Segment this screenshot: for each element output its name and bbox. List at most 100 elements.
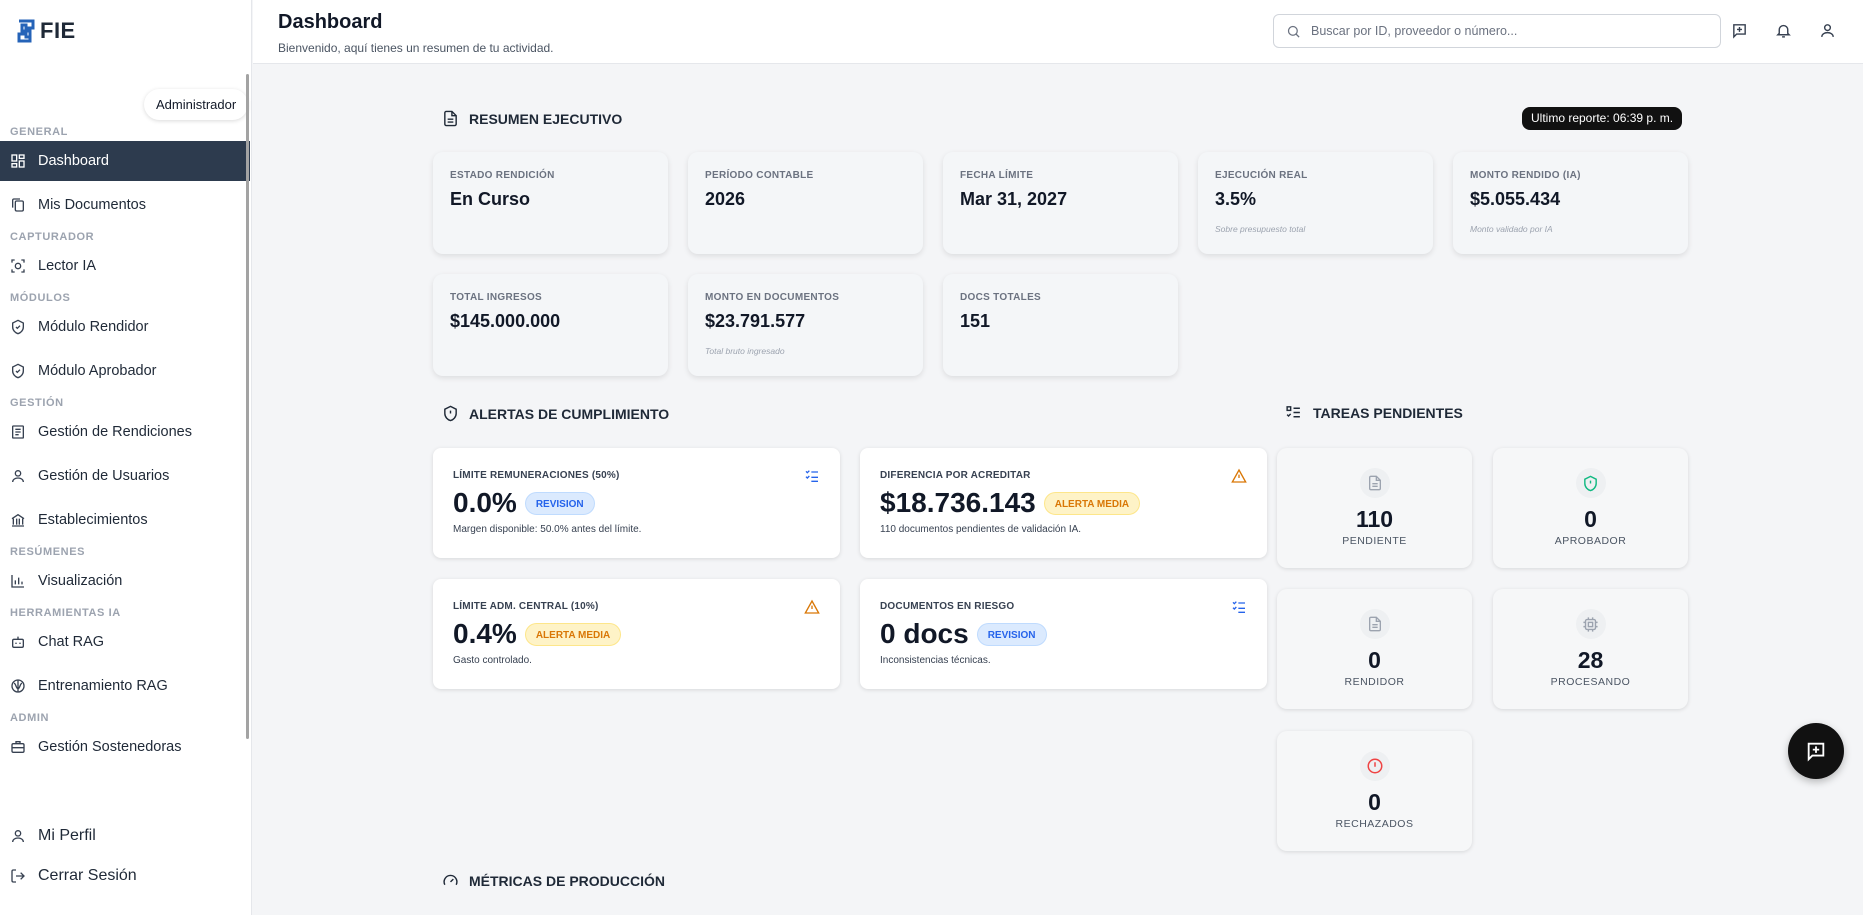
sidebar-scrollbar[interactable]: [246, 74, 249, 739]
task-card-procesando[interactable]: 28 PROCESANDO: [1493, 589, 1688, 709]
alert-description: Margen disponible: 50.0% antes del límit…: [453, 524, 642, 535]
alert-label: LÍMITE REMUNERACIONES (50%): [453, 470, 620, 481]
status-badge: REVISION: [524, 491, 595, 515]
task-card-aprobador[interactable]: 0 APROBADOR: [1493, 448, 1688, 568]
task-label: APROBADOR: [1554, 535, 1627, 547]
sidebar-item-visualizacion[interactable]: Visualización: [0, 561, 250, 601]
sidebar-item-modulo-rendidor[interactable]: Módulo Rendidor: [0, 307, 250, 347]
sidebar-item-mi-perfil[interactable]: Mi Perfil: [0, 816, 250, 856]
alerts-header: ALERTAS DE CUMPLIMIENTO: [442, 404, 669, 423]
scan-icon: [10, 258, 26, 274]
sidebar-item-modulo-aprobador[interactable]: Módulo Aprobador: [0, 351, 250, 391]
nav-section-admin: ADMIN: [10, 712, 50, 724]
user-icon: [10, 468, 26, 484]
bell-icon: [1775, 24, 1791, 38]
message-plus-icon: [1732, 23, 1746, 39]
page-title: Dashboard: [278, 11, 383, 33]
summary-header: RESUMEN EJECUTIVO: [442, 109, 622, 128]
sidebar-item-gestion-rendiciones[interactable]: Gestión de Rendiciones: [0, 412, 250, 452]
notifications-button[interactable]: [1773, 20, 1793, 40]
briefcase-icon: [10, 739, 26, 755]
status-badge: ALERTA MEDIA: [524, 622, 622, 646]
summary-title: RESUMEN EJECUTIVO: [469, 110, 623, 127]
sidebar-item-gestion-usuarios[interactable]: Gestión de Usuarios: [0, 456, 250, 496]
alert-value: 0.0%: [453, 487, 517, 518]
kpi-label: TOTAL INGRESOS: [450, 292, 542, 303]
kpi-card-total-ingresos: TOTAL INGRESOS $145.000.000: [433, 274, 668, 376]
kpi-card-periodo: PERÍODO CONTABLE 2026: [688, 152, 923, 254]
status-badge: REVISION: [976, 622, 1047, 646]
gauge-icon: [443, 874, 458, 886]
sidebar-nav: GENERAL Dashboard Mis Documentos CAPTURA…: [0, 124, 250, 771]
kpi-label: PERÍODO CONTABLE: [705, 170, 814, 181]
new-chat-fab[interactable]: [1788, 723, 1844, 779]
alert-card-documentos-riesgo: DOCUMENTOS EN RIESGO 0 docs REVISION Inc…: [860, 579, 1267, 689]
sidebar-item-mis-documentos[interactable]: Mis Documentos: [0, 185, 250, 225]
nav-section-gestion: GESTIÓN: [10, 397, 64, 409]
message-plus-icon: [1807, 742, 1825, 762]
task-count: 0: [1584, 506, 1597, 532]
task-card-pendiente[interactable]: 110 PENDIENTE: [1277, 448, 1472, 568]
new-message-button[interactable]: [1729, 20, 1749, 40]
last-report-badge: Ultimo reporte: 06:39 p. m.: [1522, 107, 1683, 130]
nav-section-modulos: MÓDULOS: [10, 292, 71, 304]
brand-logo-icon: [17, 19, 35, 43]
task-label: RENDIDOR: [1344, 676, 1405, 688]
kpi-value: $23.791.577: [705, 311, 806, 331]
logout-icon: [10, 868, 26, 884]
task-card-rechazados[interactable]: 0 RECHAZADOS: [1277, 731, 1472, 851]
search-box[interactable]: [1273, 14, 1721, 48]
user-menu-button[interactable]: [1817, 20, 1837, 40]
kpi-label: DOCS TOTALES: [960, 292, 1042, 303]
kpi-value: En Curso: [450, 189, 531, 209]
kpi-label: ESTADO RENDICIÓN: [450, 170, 555, 181]
kpi-label: EJECUCIÓN REAL: [1215, 170, 1308, 181]
brand[interactable]: FIE: [16, 18, 76, 44]
search-input[interactable]: [1311, 24, 1691, 38]
kpi-note: Total bruto ingresado: [705, 346, 785, 356]
bar-chart-icon: [10, 573, 26, 589]
metrics-title: MÉTRICAS DE PRODUCCIÓN: [469, 872, 666, 889]
nav-section-capturador: CAPTURADOR: [10, 231, 95, 243]
alert-description: Inconsistencias técnicas.: [880, 655, 991, 666]
sidebar-item-label: Gestión de Usuarios: [38, 468, 170, 484]
file-icon: [1368, 616, 1381, 632]
bank-icon: [10, 512, 26, 528]
cpu-icon: [1583, 616, 1598, 632]
sidebar-item-establecimientos[interactable]: Establecimientos: [0, 500, 250, 540]
shield-alert-icon: [444, 405, 457, 422]
alert-description: Gasto controlado.: [453, 655, 532, 666]
kpi-label: FECHA LÍMITE: [960, 170, 1034, 181]
role-badge: Administrador: [144, 89, 249, 120]
kpi-card-monto-documentos: MONTO EN DOCUMENTOS $23.791.577 Total br…: [688, 274, 923, 376]
kpi-value: 3.5%: [1215, 189, 1257, 209]
sidebar-item-label: Cerrar Sesión: [38, 867, 137, 884]
list-check-icon: [1232, 601, 1245, 613]
user-icon: [1820, 23, 1834, 37]
alert-label: LÍMITE ADM. CENTRAL (10%): [453, 601, 599, 612]
file-icon: [1368, 475, 1381, 491]
task-card-rendidor[interactable]: 0 RENDIDOR: [1277, 589, 1472, 709]
sidebar-item-dashboard[interactable]: Dashboard: [0, 141, 250, 181]
sidebar-item-chat-rag[interactable]: Chat RAG: [0, 622, 250, 662]
nav-section-general: GENERAL: [10, 126, 68, 138]
kpi-value: $145.000.000: [450, 311, 561, 331]
sidebar-item-label: Gestión de Rendiciones: [38, 424, 192, 440]
task-label: RECHAZADOS: [1335, 818, 1414, 830]
task-label: PENDIENTE: [1342, 535, 1407, 547]
sidebar-item-cerrar-sesion[interactable]: Cerrar Sesión: [0, 856, 250, 896]
alert-value: $18.736.143: [880, 487, 1036, 518]
brand-name: FIE: [40, 18, 76, 43]
sidebar-item-lector-ia[interactable]: Lector IA: [0, 246, 250, 286]
status-badge: ALERTA MEDIA: [1043, 491, 1141, 515]
task-count: 0: [1368, 789, 1381, 815]
sidebar-item-entrenamiento-rag[interactable]: Entrenamiento RAG: [0, 666, 250, 706]
sidebar-item-gestion-sostenedoras[interactable]: Gestión Sostenedoras: [0, 727, 250, 767]
nav-section-herramientas-ia: HERRAMIENTAS IA: [10, 607, 121, 619]
documents-icon: [10, 197, 26, 213]
receipt-icon: [10, 424, 26, 440]
kpi-label: MONTO RENDIDO (IA): [1470, 170, 1581, 181]
tasks-header: TAREAS PENDIENTES: [1284, 404, 1463, 421]
task-count: 110: [1355, 506, 1394, 532]
sidebar-bottom: Mi Perfil Cerrar Sesión: [0, 816, 250, 896]
